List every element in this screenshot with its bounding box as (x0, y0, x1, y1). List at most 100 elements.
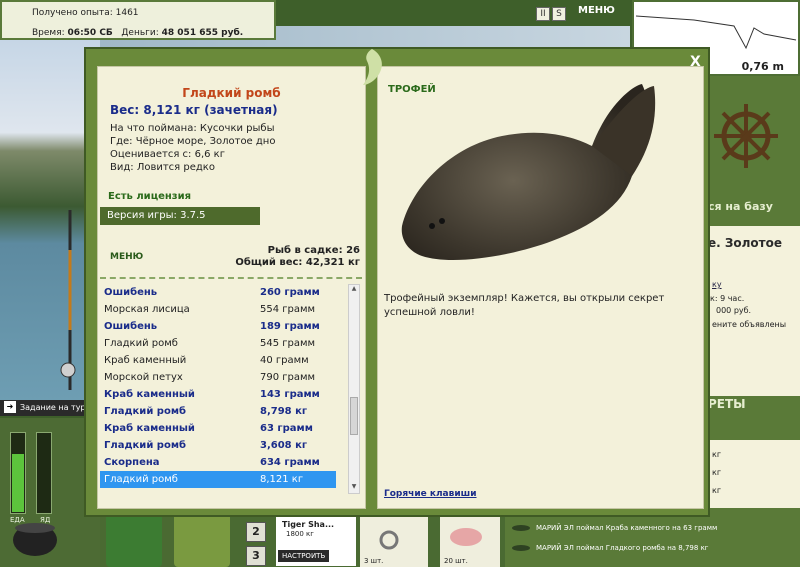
location-line-1: к: 9 час. (710, 294, 745, 303)
location-link[interactable]: ку (712, 280, 722, 289)
hook-slot[interactable]: 3 шт. (360, 516, 428, 567)
tackle-slot[interactable]: Tiger Sha... 1800 кг НАСТРОИТЬ (276, 516, 356, 566)
fish-weight: Вес: 8,121 кг (зачетная) (110, 103, 278, 117)
catch-fish-weight: 634 грамм (260, 457, 320, 468)
catch-fish-weight: 554 грамм (260, 304, 316, 315)
exp-value: 1461 (115, 8, 139, 18)
pause-button[interactable]: II (536, 7, 550, 21)
fish-name: Гладкий ромб (182, 86, 281, 100)
catch-fish-name: Краб каменный (104, 355, 187, 366)
catch-fish-name: Гладкий ромб (104, 338, 178, 349)
scroll-down-icon[interactable]: ▼ (349, 483, 359, 493)
depth-value: 0,76 m (741, 60, 784, 73)
tackle-weight: 1800 кг (286, 530, 314, 538)
bait-count: 20 шт. (444, 557, 468, 565)
ship-wheel-icon[interactable] (712, 102, 780, 170)
catch-row[interactable]: Морской петух 790 грамм (100, 369, 336, 386)
location-title: е. Золотое (708, 236, 783, 250)
catch-row[interactable]: Гладкий ромб 545 грамм (100, 335, 336, 352)
catch-fish-weight: 63 грамм (260, 423, 313, 434)
catch-row[interactable]: Гладкий ромб 8,798 кг (100, 403, 336, 420)
catch-row[interactable]: Морская лисица 554 грамм (100, 301, 336, 318)
feed-item: МАРИЙ ЭЛ поймал Краба каменного на 63 гр… (512, 524, 717, 532)
catch-fish-name: Краб каменный (104, 423, 195, 434)
close-button[interactable]: X (690, 54, 701, 70)
fishing-rod-icon[interactable] (58, 210, 80, 390)
slot-2-button[interactable]: 2 (246, 522, 266, 542)
record-line-2: кг (712, 468, 722, 477)
dialog-menu-button[interactable]: МЕНЮ (110, 252, 143, 262)
sound-button[interactable]: S (552, 7, 566, 21)
dashed-separator (100, 277, 362, 279)
food-gauge-fill (12, 453, 24, 512)
total-weight: Общий вес: 42,321 кг (235, 257, 360, 268)
fish-in-net-count: Рыб в садке: 26 (267, 245, 360, 256)
catch-fish-weight: 40 грамм (260, 355, 309, 366)
tackle-name: Tiger Sha... (282, 520, 335, 529)
catch-fish-weight: 8,798 кг (260, 406, 308, 417)
valued-from: Оценивается с: 6,6 кг (110, 149, 225, 160)
location-line-2: 000 руб. (716, 306, 752, 315)
catch-fish-name: Скорпена (104, 457, 160, 468)
setup-button[interactable]: НАСТРОИТЬ (278, 550, 330, 562)
record-line-1: кг (712, 450, 722, 459)
feed-item: МАРИЙ ЭЛ поймал Гладкого ромба на 8,798 … (512, 544, 708, 552)
catch-feed (505, 510, 800, 567)
fish-icon (512, 525, 530, 531)
catch-fish-weight: 143 грамм (260, 389, 320, 400)
catch-row[interactable]: Скорпена 634 грамм (100, 454, 336, 471)
license-status: Есть лицензия (108, 191, 192, 202)
catch-fish-name: Гладкий ромб (104, 474, 178, 485)
caught-on: На что поймана: Кусочки рыбы (110, 123, 275, 134)
scroll-thumb[interactable] (350, 397, 358, 435)
secrets-label[interactable]: РЕТЫ (708, 397, 746, 411)
bucket-icon[interactable] (174, 512, 230, 567)
time-label: Время: (32, 28, 65, 38)
catch-fish-weight: 545 грамм (260, 338, 316, 349)
slot-3-button[interactable]: 3 (246, 546, 266, 566)
arrow-icon: ➜ (4, 401, 16, 413)
catch-row[interactable]: Краб каменный 40 грамм (100, 352, 336, 369)
money-label: Деньги: (121, 28, 159, 38)
fish-ornament-icon (363, 49, 382, 85)
task-label: Задание на тур (20, 403, 86, 412)
basket-icon[interactable] (106, 512, 162, 567)
food-gauge (10, 432, 26, 514)
flatfish-image (401, 84, 656, 261)
top-icons: II S (536, 6, 568, 21)
catch-fish-name: Морской петух (104, 372, 183, 383)
catch-row[interactable]: Гладкий ромб 8,121 кг (100, 471, 336, 488)
catch-row[interactable]: Гладкий ромб 3,608 кг (100, 437, 336, 454)
scroll-up-icon[interactable]: ▲ (349, 285, 359, 295)
catch-row[interactable]: Ошибень 189 грамм (100, 318, 336, 335)
catch-list-scrollbar[interactable]: ▲ ▼ (348, 284, 360, 494)
location-line-3: ените объявлены (712, 320, 787, 329)
task-bar[interactable]: ➜ Задание на тур (0, 400, 96, 416)
fish-kind: Вид: Ловится редко (110, 162, 215, 173)
catch-fish-name: Краб каменный (104, 389, 195, 400)
catch-fish-name: Ошибень (104, 321, 158, 332)
feed-text: МАРИЙ ЭЛ поймал Краба каменного на 63 гр… (536, 524, 718, 532)
catch-row[interactable]: Краб каменный 143 грамм (100, 386, 336, 403)
money-value: 48 051 655 руб. (161, 28, 244, 38)
record-line-3: кг (712, 486, 722, 495)
top-menu-button[interactable]: МЕНЮ (578, 5, 615, 16)
catch-fish-weight: 189 грамм (260, 321, 320, 332)
catch-fish-weight: 790 грамм (260, 372, 316, 383)
to-base-label[interactable]: ся на базу (708, 200, 773, 213)
catch-list: Ошибень 260 грамм Морская лисица 554 грамм О… (100, 284, 336, 494)
bait-slot[interactable]: 20 шт. (440, 516, 500, 567)
hotkeys-link[interactable]: Горячие клавиши (384, 489, 477, 499)
player-info-panel: Получено опыта: 1461 Время: 06:50 СБ Ден… (0, 0, 276, 40)
exp-label: Получено опыта: (32, 8, 113, 18)
catch-fish-name: Морская лисица (104, 304, 190, 315)
catch-row[interactable]: Ошибень 260 грамм (100, 284, 336, 301)
feed-text: МАРИЙ ЭЛ поймал Гладкого ромба на 8,798 … (536, 544, 709, 552)
catch-location: Где: Чёрное море, Золотое дно (110, 136, 276, 147)
catch-row[interactable]: Краб каменный 63 грамм (100, 420, 336, 437)
catch-fish-name: Гладкий ромб (104, 440, 186, 451)
catch-fish-name: Гладкий ромб (104, 406, 186, 417)
trophy-message: Трофейный экземпляр! Кажется, вы открыли… (384, 293, 665, 318)
cauldron-icon[interactable] (10, 516, 60, 560)
fish-chunks-icon (450, 528, 482, 546)
